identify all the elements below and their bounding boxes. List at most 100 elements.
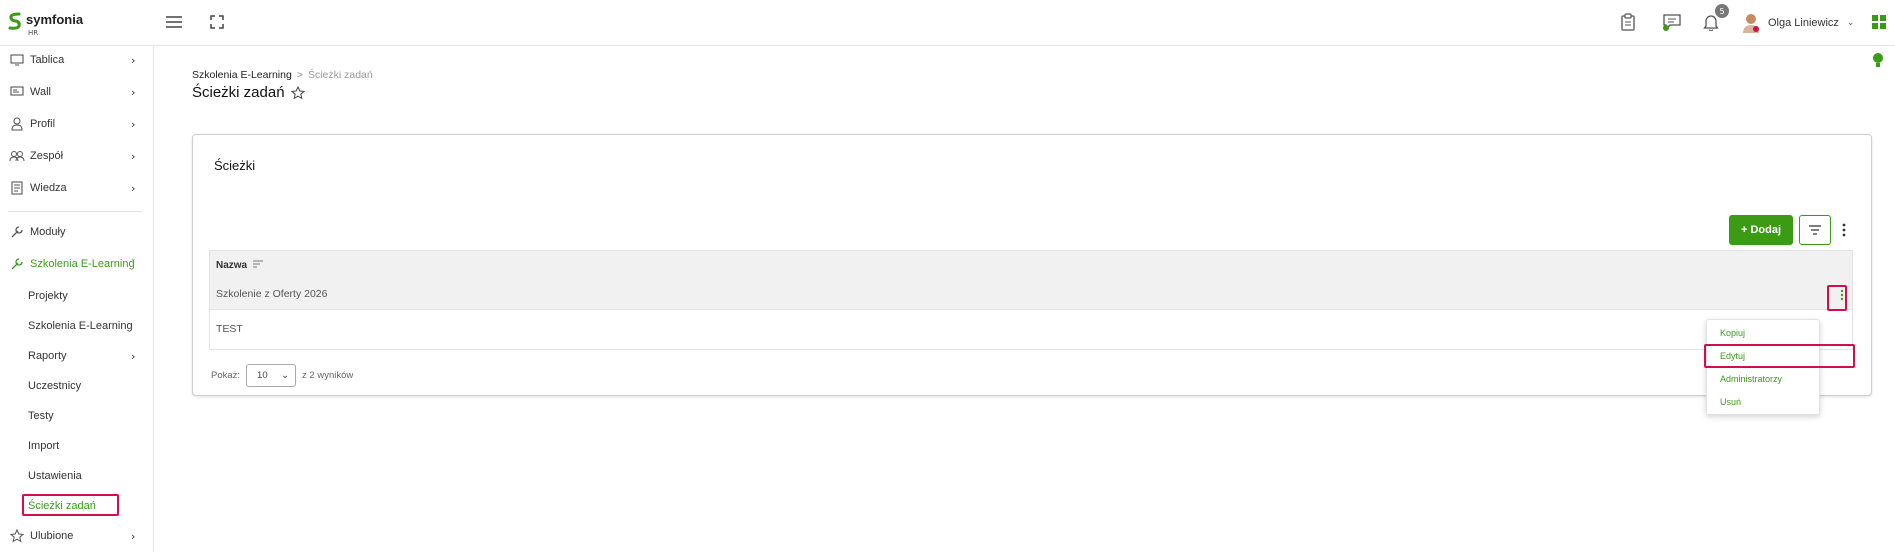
chevron-down-icon: ˅ <box>131 259 136 269</box>
chevron-down-icon: ⌄ <box>1846 18 1855 28</box>
sidebar-subitem-import[interactable]: Import <box>0 434 154 458</box>
sidebar-subitem-uczestnicy[interactable]: Uczestnicy <box>0 374 154 398</box>
table-row[interactable]: TEST <box>210 309 1852 349</box>
table-header: Nazwa <box>210 251 1852 283</box>
paths-card: Ścieżki + Dodaj Nazwa Szkolenie z Oferty… <box>192 134 1872 396</box>
notification-badge: 5 <box>1715 4 1729 18</box>
star-icon <box>9 528 25 544</box>
pagination: Pokaż: 10 ⌄ z 2 wyników <box>211 364 353 387</box>
sidebar-item-label: Tablica <box>30 54 65 66</box>
bell-icon[interactable]: 5 <box>1699 4 1729 34</box>
column-header-label: Nazwa <box>216 260 248 271</box>
sidebar-subitem-label: Uczestnicy <box>28 380 82 392</box>
page-size-select[interactable]: 10 ⌄ <box>246 364 297 387</box>
card-title: Ścieżki <box>214 158 256 173</box>
sort-icon <box>252 260 263 268</box>
sidebar-subitem-label: Ustawienia <box>28 470 82 482</box>
chevron-right-icon: › <box>131 181 136 195</box>
chevron-right-icon: › <box>131 529 136 543</box>
logo-text: symfonia <box>26 12 84 27</box>
sidebar-subitem-raporty[interactable]: Raporty › <box>0 344 154 368</box>
sidebar-item-label: Wiedza <box>30 182 67 194</box>
wrench-icon <box>9 256 25 272</box>
page-size-value: 10 <box>257 370 268 381</box>
sidebar-item-profil[interactable]: Profil › <box>0 112 154 136</box>
breadcrumb-separator: > <box>296 69 303 81</box>
lightbulb-icon[interactable] <box>1872 52 1884 70</box>
logo-subtitle: HR <box>28 29 39 37</box>
menu-item-administratorzy[interactable]: Administratorzy <box>1707 368 1821 390</box>
clipboard-icon[interactable] <box>1616 10 1640 34</box>
chevron-right-icon: › <box>131 149 136 163</box>
menu-item-edytuj[interactable]: Edytuj <box>1707 345 1821 367</box>
sidebar-item-label: Ulubione <box>30 530 74 542</box>
chevron-right-icon: › <box>131 349 136 363</box>
sidebar-item-label: Zespół <box>30 150 64 162</box>
row-actions-icon[interactable] <box>1835 284 1849 306</box>
wall-icon <box>9 84 25 100</box>
add-button[interactable]: + Dodaj <box>1729 215 1793 245</box>
logo-mark-icon <box>8 12 21 30</box>
sidebar-item-label: Szkolenia E-Learning <box>30 258 135 270</box>
sidebar-item-moduly[interactable]: Moduły <box>0 220 154 244</box>
page-title: Ścieżki zadań <box>192 84 305 101</box>
breadcrumb-parent[interactable]: Szkolenia E-Learning <box>192 69 292 81</box>
sidebar-subitem-label: Projekty <box>28 290 68 302</box>
symfonia-logo[interactable]: symfonia HR <box>8 9 108 39</box>
sidebar-item-szkolenia[interactable]: Szkolenia E-Learning ˅ <box>0 252 154 276</box>
sidebar-subitem-label: Ścieżki zadań <box>28 500 96 512</box>
top-bar: symfonia HR 5 Olga Liniewicz ⌄ <box>0 0 1895 46</box>
apps-grid-icon[interactable] <box>1867 10 1891 34</box>
menu-item-usun[interactable]: Usuń <box>1707 391 1821 413</box>
wrench-icon <box>9 224 25 240</box>
paths-table: Nazwa Szkolenie z Oferty 2026 TEST <box>209 250 1853 350</box>
sidebar-item-wiedza[interactable]: Wiedza › <box>0 176 154 200</box>
sidebar-divider <box>8 211 142 212</box>
hamburger-menu-icon[interactable] <box>162 10 186 34</box>
sidebar-subitem-ustawienia[interactable]: Ustawienia <box>0 464 154 488</box>
row-name: TEST <box>216 323 243 335</box>
more-options-icon[interactable] <box>1838 217 1850 243</box>
knowledge-icon <box>9 180 25 196</box>
sidebar-subitem-label: Raporty <box>28 350 67 362</box>
chevron-right-icon: › <box>131 53 136 67</box>
row-actions-dropdown: Kopiuj Edytuj Administratorzy Usuń <box>1706 319 1820 415</box>
favorite-star-icon[interactable] <box>290 85 305 100</box>
user-name: Olga Liniewicz <box>1768 17 1839 29</box>
sidebar-subitem-label: Testy <box>28 410 54 422</box>
filter-icon <box>1809 225 1821 235</box>
sidebar: Tablica › Wall › Profil › Zespół › Wiedz… <box>0 46 154 552</box>
dashboard-icon <box>9 52 25 68</box>
menu-item-kopiuj[interactable]: Kopiuj <box>1707 322 1821 344</box>
sidebar-subitem-sciezki[interactable]: Ścieżki zadań <box>0 494 154 518</box>
fullscreen-icon[interactable] <box>205 10 229 34</box>
chevron-right-icon: › <box>131 117 136 131</box>
sidebar-item-zespol[interactable]: Zespół › <box>0 144 154 168</box>
team-icon <box>9 148 25 164</box>
results-count: z 2 wyników <box>302 370 354 381</box>
breadcrumb: Szkolenia E-Learning > Ścieżki zadań <box>192 69 373 81</box>
sidebar-subitem-projekty[interactable]: Projekty <box>0 284 154 308</box>
sidebar-item-ulubione[interactable]: Ulubione › <box>0 524 154 548</box>
avatar <box>1742 13 1760 33</box>
sidebar-item-wall[interactable]: Wall › <box>0 80 154 104</box>
column-header-nazwa[interactable]: Nazwa <box>216 260 264 271</box>
sidebar-subitem-szkolenia[interactable]: Szkolenia E-Learning <box>0 314 154 338</box>
page-title-text: Ścieżki zadań <box>192 84 285 101</box>
sidebar-item-tablica[interactable]: Tablica › <box>0 48 154 72</box>
filter-button[interactable] <box>1799 215 1831 245</box>
sidebar-subitem-testy[interactable]: Testy <box>0 404 154 428</box>
user-menu[interactable]: Olga Liniewicz ⌄ <box>1742 9 1854 37</box>
sidebar-item-label: Moduły <box>30 226 66 238</box>
chat-icon[interactable] <box>1660 10 1684 34</box>
page-size-label: Pokaż: <box>211 370 241 381</box>
sidebar-item-label: Wall <box>30 86 51 98</box>
table-row[interactable]: Szkolenie z Oferty 2026 <box>210 283 1852 309</box>
sidebar-item-label: Profil <box>30 118 56 130</box>
sidebar-subitem-label: Szkolenia E-Learning <box>28 320 133 332</box>
sidebar-subitem-label: Import <box>28 440 60 452</box>
chevron-right-icon: › <box>131 85 136 99</box>
profile-icon <box>9 116 25 132</box>
breadcrumb-current: Ścieżki zadań <box>307 69 373 81</box>
chevron-down-icon: ⌄ <box>281 370 290 381</box>
